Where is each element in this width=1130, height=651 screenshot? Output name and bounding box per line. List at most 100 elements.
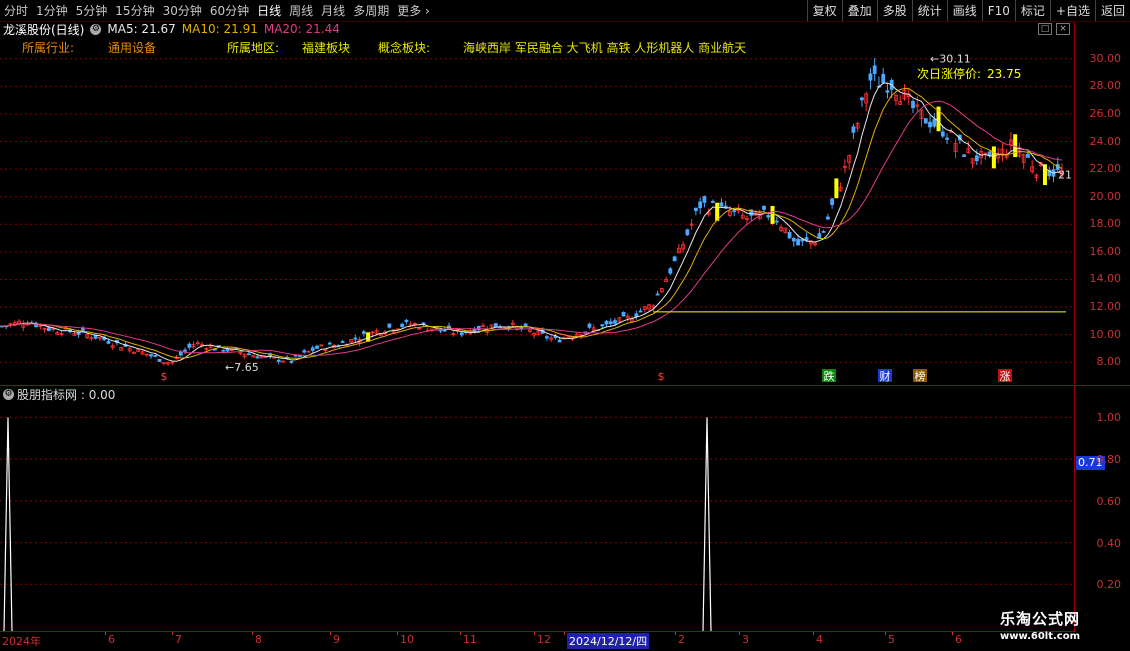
candle-body [885, 90, 890, 93]
candle-body [723, 205, 728, 208]
candle-body [459, 332, 464, 336]
candle-body [340, 341, 345, 343]
period-tab-9[interactable]: 多周期 [349, 2, 393, 19]
time-tick: 11 [463, 633, 477, 646]
candle-body [247, 353, 251, 356]
time-tick-mark [252, 632, 253, 635]
period-tab-0[interactable]: 分时 [0, 2, 32, 19]
price-tick: 8.00 [1096, 355, 1122, 369]
candle-body [796, 239, 800, 246]
indicator-axis: 0.71 1.00 0.80 0.60 0.40 0.20 [1074, 385, 1130, 632]
candle-body [962, 154, 966, 157]
candle-body [153, 354, 158, 357]
candle-body [1026, 153, 1030, 158]
price-tick: 28.00 [1089, 79, 1122, 93]
highlight-candle [991, 146, 996, 169]
candle-body [221, 349, 226, 352]
time-tick: 9 [333, 633, 340, 646]
info-bar: 龙溪股份(日线) ⚙ MA5: 21.67 MA10: 21.91 MA20: … [0, 21, 340, 37]
candle-body [655, 293, 660, 296]
time-tick-mark [172, 632, 173, 635]
indicator-gear-icon[interactable]: ⚙ [3, 389, 14, 400]
event-marker[interactable]: 榜 [915, 369, 926, 383]
toolbar-button-4[interactable]: 画线 [946, 0, 982, 21]
toolbar-button-2[interactable]: 多股 [876, 0, 912, 21]
event-marker[interactable]: 涨 [1000, 370, 1011, 383]
price-chart[interactable]: ←30.11次日涨停价: 23.75 ←7.65 21 $ $ 跌 财 榜 涨 [0, 37, 1074, 384]
event-marker[interactable]: 财 [880, 369, 891, 383]
candle-body [302, 350, 307, 353]
toolbar-button-7[interactable]: +自选 [1049, 0, 1095, 21]
price-tick: 18.00 [1089, 217, 1122, 231]
price-axis: 30.00 28.00 26.00 24.00 22.00 20.00 18.00 16.00… [1074, 22, 1130, 384]
period-tab-2[interactable]: 5分钟 [72, 2, 112, 19]
time-tick-mark [534, 632, 535, 635]
gear-icon[interactable]: ⚙ [90, 23, 102, 35]
period-tab-5[interactable]: 60分钟 [206, 2, 253, 19]
period-tab-6[interactable]: 日线 [253, 2, 285, 19]
price-tick: 26.00 [1089, 106, 1122, 120]
indicator-tick: 0.60 [1096, 494, 1122, 508]
candle-body [387, 323, 392, 328]
time-tick-mark [675, 632, 676, 635]
stock-name: 龙溪股份(日线) [3, 22, 85, 37]
indicator-name: 股朋指标网 [17, 388, 78, 402]
indicator-chart[interactable] [0, 402, 1074, 631]
toolbar-button-3[interactable]: 统计 [911, 0, 947, 21]
ma5-label: MA5: 21.67 [107, 22, 176, 36]
candle-body [613, 320, 617, 324]
candle-body [106, 340, 111, 344]
candle-body [298, 355, 302, 357]
ma10-label: MA10: 21.91 [181, 22, 258, 36]
candle-body [774, 220, 779, 223]
toolbar-button-0[interactable]: 复权 [806, 0, 842, 21]
candle-body [719, 202, 724, 207]
price-tick: 30.00 [1089, 51, 1122, 65]
indicator-spike [3, 417, 13, 631]
candle-body [702, 196, 707, 203]
candle-body [544, 336, 549, 339]
candle-body [732, 210, 737, 213]
low-annotation: ←7.65 [225, 361, 259, 374]
candle-body [276, 359, 281, 362]
time-tick: 5 [888, 633, 895, 646]
toolbar-button-6[interactable]: 标记 [1014, 0, 1050, 21]
event-marker[interactable]: $ [161, 370, 168, 383]
time-tick-mark [105, 632, 106, 635]
event-marker[interactable]: 跌 [824, 369, 835, 383]
highlight-candle [770, 205, 775, 224]
period-tab-3[interactable]: 15分钟 [111, 2, 158, 19]
candle-body [923, 118, 928, 124]
candle-body [157, 358, 162, 362]
period-tab-10[interactable]: 更多 › [393, 2, 434, 19]
high-annotation: ←30.11 [930, 52, 971, 65]
top-bar: 分时 1分钟 5分钟 15分钟 30分钟 60分钟 日线 周线 月线 多周期 更多 › 复权 叠加 多股… [0, 0, 1130, 22]
toolbar-button-8[interactable]: 返回 [1094, 0, 1130, 21]
candle-body [672, 256, 677, 262]
highlight-candle [834, 178, 839, 199]
close-icon[interactable]: × [1056, 23, 1070, 35]
candle-body [604, 320, 609, 325]
candle-body [872, 65, 877, 74]
toolbar-button-5[interactable]: F10 [981, 0, 1015, 21]
candle-body [791, 238, 796, 242]
time-tick: 12 [537, 633, 551, 646]
ma10-line [1, 87, 1063, 359]
toolbar-button-1[interactable]: 叠加 [841, 0, 877, 21]
indicator-header: ⚙ 股朋指标网 : 0.00 [0, 385, 1074, 403]
candle-body [315, 345, 319, 349]
period-tab-7[interactable]: 周线 [285, 2, 317, 19]
restore-icon[interactable]: □ [1038, 23, 1052, 35]
period-tab-8[interactable]: 月线 [317, 2, 349, 19]
event-marker[interactable]: $ [658, 370, 665, 383]
candle-body [698, 201, 703, 209]
period-tab-1[interactable]: 1分钟 [32, 2, 72, 19]
candle-body [178, 351, 183, 356]
time-tick: 10 [400, 633, 414, 646]
candle-body [76, 332, 81, 335]
candle-body [289, 361, 294, 363]
time-tick-mark [564, 632, 565, 635]
price-tick: 14.00 [1089, 272, 1122, 286]
time-tick-mark [952, 632, 953, 635]
period-tab-4[interactable]: 30分钟 [159, 2, 206, 19]
